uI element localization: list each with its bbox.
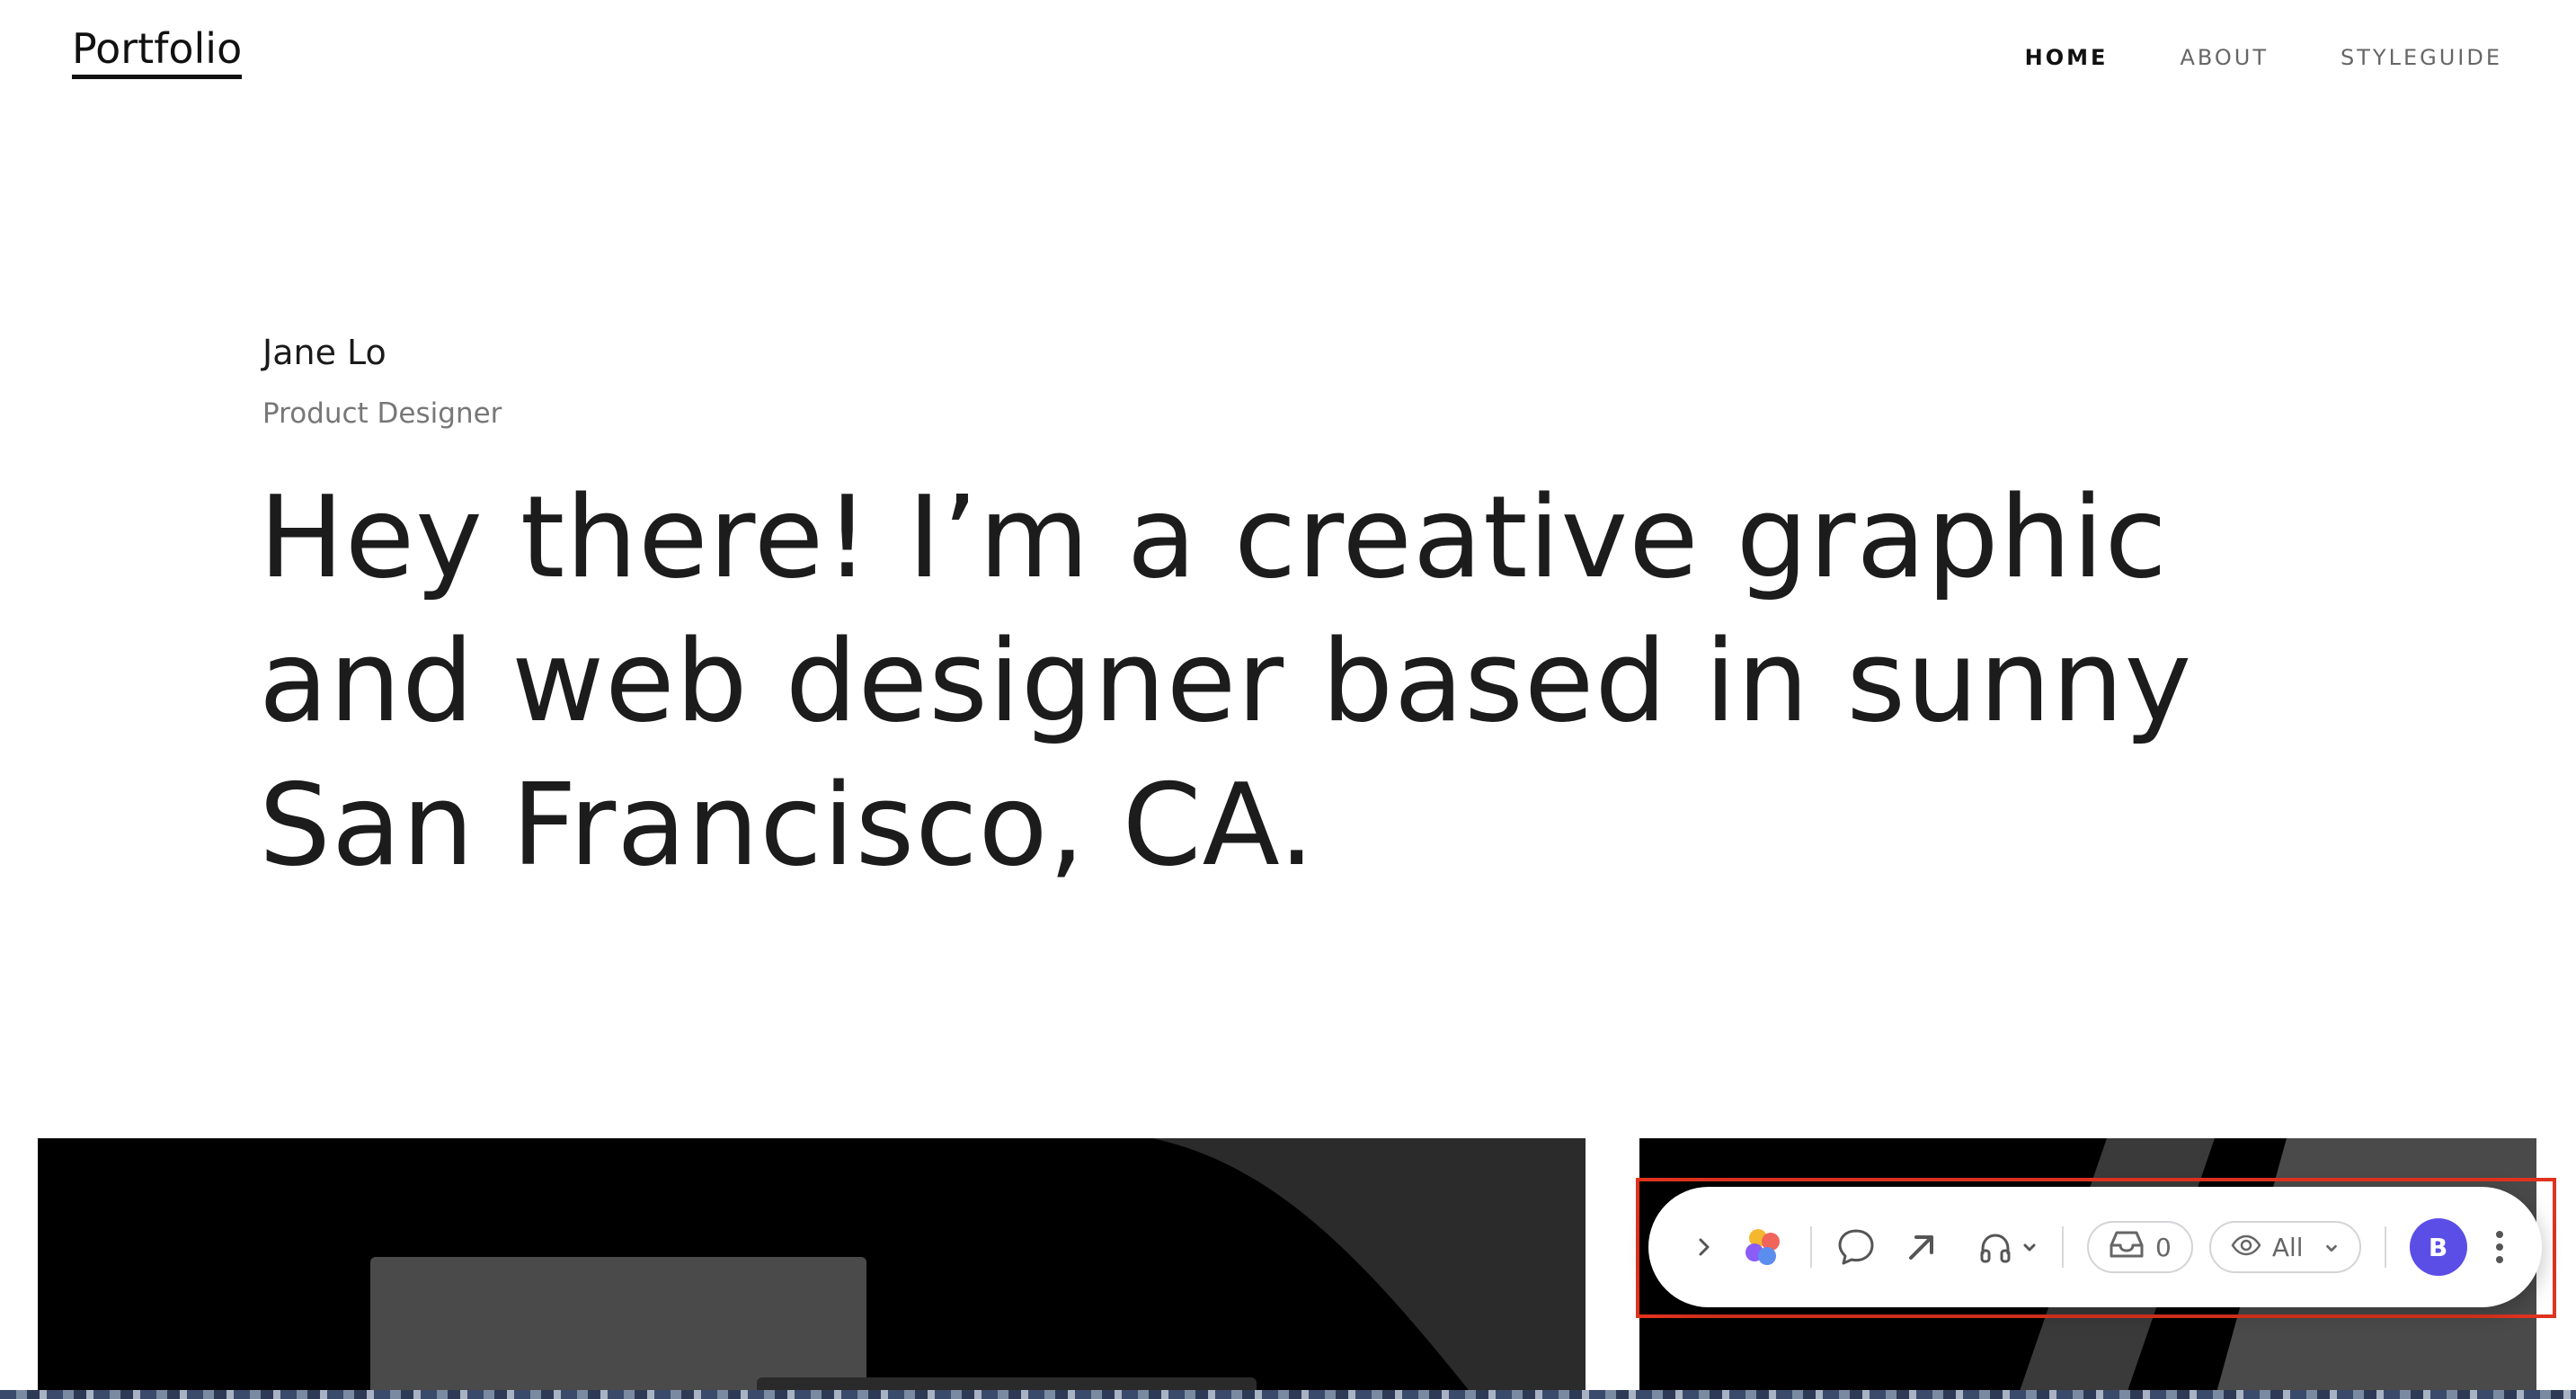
toolbar-divider [1810, 1226, 1812, 1268]
author-role: Product Designer [262, 397, 502, 430]
inbox-button[interactable]: 0 [2087, 1221, 2193, 1273]
eye-icon [2231, 1233, 2261, 1262]
visibility-label: All [2271, 1232, 2304, 1262]
toolbar-divider [2062, 1226, 2064, 1268]
chevron-down-icon[interactable] [2021, 1238, 2039, 1256]
site-logo[interactable]: Portfolio [72, 25, 243, 79]
toolbar-divider [2384, 1226, 2386, 1268]
intro-headline: Hey there! I’m a creative graphic and we… [259, 471, 2193, 891]
main-nav: HOME ABOUT STYLEGUIDE [2025, 45, 2502, 70]
chevron-down-icon [2323, 1233, 2340, 1262]
author-name: Jane Lo [262, 333, 386, 372]
project-card-1[interactable] [38, 1138, 1586, 1399]
petal-logo-icon[interactable] [1740, 1224, 1787, 1270]
visibility-filter[interactable]: All [2208, 1221, 2361, 1273]
chevron-right-icon[interactable] [1692, 1236, 1717, 1258]
inbox-icon [2109, 1229, 2145, 1266]
headphones-icon[interactable] [1977, 1229, 2013, 1265]
intro-section: Jane Lo Product Designer Hey there! I’m … [259, 333, 2420, 897]
taskbar-strip [0, 1390, 2576, 1399]
inbox-count: 0 [2155, 1232, 2172, 1262]
collaboration-toolbar: 0 All B [1648, 1187, 2542, 1307]
nav-home[interactable]: HOME [2025, 45, 2109, 70]
nav-styleguide[interactable]: STYLEGUIDE [2341, 45, 2502, 70]
nav-about[interactable]: ABOUT [2180, 45, 2269, 70]
speech-bubble-icon[interactable] [1835, 1226, 1877, 1268]
arrow-up-right-icon[interactable] [1904, 1229, 1940, 1265]
vertical-dots-icon[interactable] [2494, 1229, 2505, 1265]
avatar[interactable]: B [2409, 1218, 2467, 1276]
